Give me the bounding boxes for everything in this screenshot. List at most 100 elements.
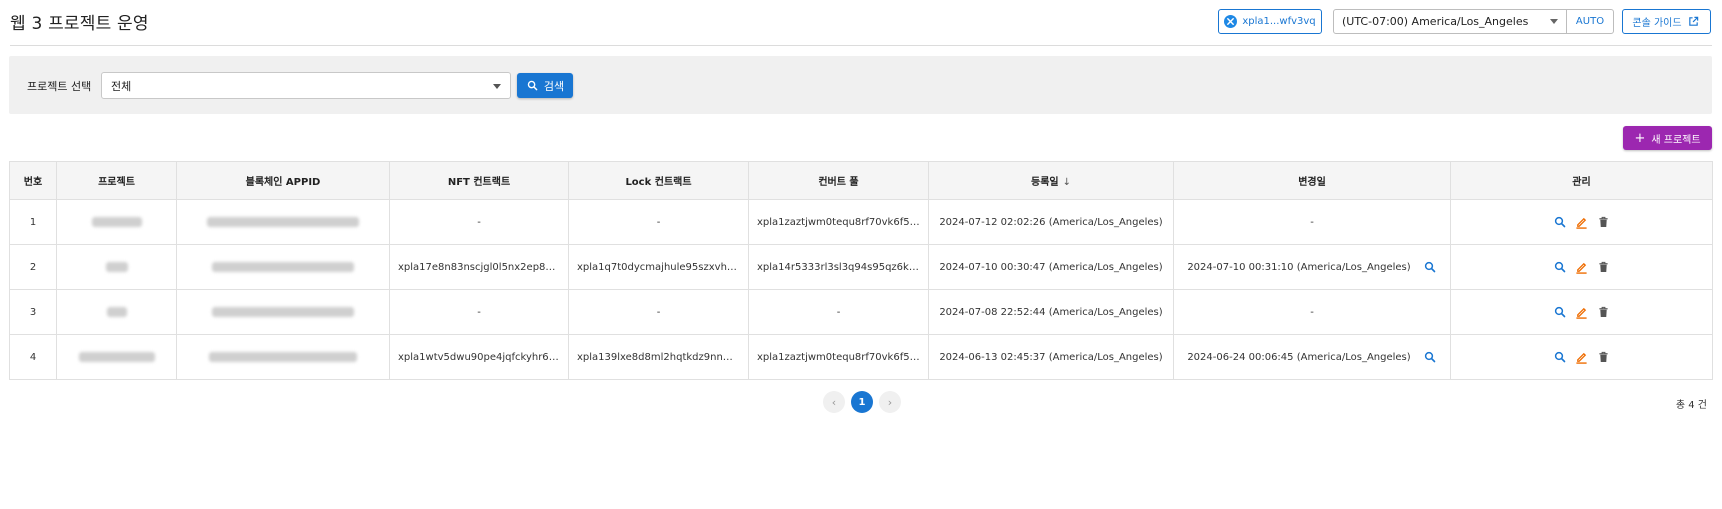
column-header-registered[interactable]: 등록일 ↓ bbox=[928, 161, 1174, 200]
search-icon bbox=[526, 79, 540, 93]
pencil-icon[interactable] bbox=[1575, 260, 1589, 274]
project-name-redacted bbox=[56, 244, 177, 290]
page-title: 웹 3 프로젝트 운영 bbox=[10, 14, 149, 34]
column-header-manage: 관리 bbox=[1450, 161, 1713, 200]
project-select-label: 프로젝트 선택 bbox=[27, 80, 92, 93]
search-icon[interactable] bbox=[1423, 260, 1437, 274]
chevron-down-icon bbox=[1550, 19, 1558, 24]
row-number: 3 bbox=[9, 289, 57, 335]
registered-date: 2024-07-08 22:52:44 (America/Los_Angeles… bbox=[928, 289, 1174, 335]
project-select[interactable]: 전체 bbox=[101, 72, 511, 99]
total-count: 총 4 건 bbox=[1675, 400, 1707, 411]
next-page-button[interactable]: › bbox=[879, 391, 901, 413]
trash-icon[interactable] bbox=[1597, 260, 1611, 274]
column-header-nft-contract: NFT 컨트랙트 bbox=[389, 161, 569, 200]
pencil-icon[interactable] bbox=[1575, 305, 1589, 319]
trash-icon[interactable] bbox=[1597, 215, 1611, 229]
registered-date: 2024-06-13 02:45:37 (America/Los_Angeles… bbox=[928, 334, 1174, 380]
xpla-logo-icon bbox=[1224, 15, 1238, 28]
convert-pool: xpla1zaztjwm0tequ8rf70vk6f5qsen55z... bbox=[748, 199, 929, 245]
trash-icon[interactable] bbox=[1597, 305, 1611, 319]
nft-contract: xpla1wtv5dwu90pe4jqfckyhr6cq3hdr7r... bbox=[389, 334, 569, 380]
page-button[interactable]: 1 bbox=[851, 391, 873, 413]
modified-date: - bbox=[1310, 216, 1314, 228]
search-icon[interactable] bbox=[1553, 215, 1567, 229]
lock-contract: xpla1q7t0dycmajhule95szxvherdmh82... bbox=[568, 244, 749, 290]
lock-contract: xpla139lxe8d8ml2hqtkdz9nnw2u47pqy... bbox=[568, 334, 749, 380]
timezone-value: (UTC-07:00) America/Los_Angeles bbox=[1342, 15, 1529, 28]
pencil-icon[interactable] bbox=[1575, 215, 1589, 229]
column-header-appid: 블록체인 APPID bbox=[176, 161, 390, 200]
header-divider bbox=[10, 45, 1712, 46]
column-header-project: 프로젝트 bbox=[56, 161, 177, 200]
column-header-lock-contract: Lock 컨트랙트 bbox=[568, 161, 749, 200]
table-row: 2xpla17e8n83nscjgl0l5nx2ep8n98jpnxw...xp… bbox=[9, 244, 1713, 290]
row-number: 1 bbox=[9, 199, 57, 245]
lock-contract: - bbox=[568, 289, 749, 335]
wallet-button[interactable]: xpla1...wfv3vq bbox=[1218, 9, 1322, 34]
project-name-redacted bbox=[56, 289, 177, 335]
new-project-label: 새 프로젝트 bbox=[1651, 134, 1701, 146]
lock-contract: - bbox=[568, 199, 749, 245]
table-row: 3- - -2024-07-08 22:52:44 (America/Los_Ang… bbox=[9, 289, 1713, 335]
modified-date: 2024-06-24 00:06:45 (America/Los_Angeles… bbox=[1187, 351, 1411, 363]
registered-date: 2024-07-12 02:02:26 (America/Los_Angeles… bbox=[928, 199, 1174, 245]
external-link-icon bbox=[1687, 15, 1701, 29]
convert-pool: - bbox=[748, 289, 929, 335]
nft-contract: - bbox=[389, 289, 569, 335]
modified-date: 2024-07-10 00:31:10 (America/Los_Angeles… bbox=[1187, 261, 1411, 273]
previous-page-button[interactable]: ‹ bbox=[823, 391, 845, 413]
console-guide-button[interactable]: 콘솔 가이드 bbox=[1622, 9, 1711, 34]
search-button-label: 검색 bbox=[543, 79, 565, 93]
manage-cell bbox=[1450, 244, 1713, 290]
project-name-redacted bbox=[56, 334, 177, 380]
modified-date-cell: 2024-06-24 00:06:45 (America/Los_Angeles… bbox=[1173, 334, 1451, 380]
appid-redacted bbox=[176, 289, 390, 335]
auto-timezone-button[interactable]: AUTO bbox=[1566, 9, 1614, 34]
table-row: 1--xpla1zaztjwm0tequ8rf70vk6f5qsen55z...… bbox=[9, 199, 1713, 245]
column-header-modified: 변경일 bbox=[1173, 161, 1451, 200]
nft-contract: xpla17e8n83nscjgl0l5nx2ep8n98jpnxw... bbox=[389, 244, 569, 290]
console-guide-label: 콘솔 가이드 bbox=[1632, 18, 1682, 29]
search-icon[interactable] bbox=[1553, 350, 1567, 364]
convert-pool: xpla14r5333rl3sl3q94s95qz6k0emyv8t... bbox=[748, 244, 929, 290]
manage-cell bbox=[1450, 334, 1713, 380]
modified-date-cell: - bbox=[1173, 289, 1451, 335]
arrow-down-icon: ↓ bbox=[1062, 177, 1071, 188]
appid-redacted bbox=[176, 199, 390, 245]
search-icon[interactable] bbox=[1553, 305, 1567, 319]
modified-date: - bbox=[1310, 306, 1314, 318]
manage-cell bbox=[1450, 289, 1713, 335]
table-header-row: 번호 프로젝트 블록체인 APPID NFT 컨트랙트 Lock 컨트랙트 컨버… bbox=[9, 161, 1713, 200]
project-select-value: 전체 bbox=[111, 79, 132, 93]
appid-redacted bbox=[176, 244, 390, 290]
search-panel: 프로젝트 선택 전체 검색 bbox=[9, 56, 1712, 114]
modified-date-cell: - bbox=[1173, 199, 1451, 245]
column-header-convert-pool: 컨버트 풀 bbox=[748, 161, 929, 200]
wallet-address: xpla1...wfv3vq bbox=[1242, 16, 1316, 27]
column-header-registered-label: 등록일 bbox=[1031, 177, 1059, 188]
row-number: 2 bbox=[9, 244, 57, 290]
manage-cell bbox=[1450, 199, 1713, 245]
plus-icon: + bbox=[1634, 130, 1646, 146]
project-table: 번호 프로젝트 블록체인 APPID NFT 컨트랙트 Lock 컨트랙트 컨버… bbox=[9, 161, 1713, 380]
search-icon[interactable] bbox=[1553, 260, 1567, 274]
pencil-icon[interactable] bbox=[1575, 350, 1589, 364]
modified-date-cell: 2024-07-10 00:31:10 (America/Los_Angeles… bbox=[1173, 244, 1451, 290]
trash-icon[interactable] bbox=[1597, 350, 1611, 364]
nft-contract: - bbox=[389, 199, 569, 245]
page-header: 웹 3 프로젝트 운영 xpla1...wfv3vq (UTC-07:00) A… bbox=[0, 0, 1722, 46]
search-button[interactable]: 검색 bbox=[517, 73, 573, 98]
timezone-select[interactable]: (UTC-07:00) America/Los_Angeles bbox=[1333, 9, 1567, 34]
pagination: ‹ 1 › bbox=[823, 391, 901, 413]
search-icon[interactable] bbox=[1423, 350, 1437, 364]
row-number: 4 bbox=[9, 334, 57, 380]
chevron-down-icon bbox=[493, 84, 501, 89]
project-name-redacted bbox=[56, 199, 177, 245]
registered-date: 2024-07-10 00:30:47 (America/Los_Angeles… bbox=[928, 244, 1174, 290]
convert-pool: xpla1zaztjwm0tequ8rf70vk6f5qsen55z... bbox=[748, 334, 929, 380]
appid-redacted bbox=[176, 334, 390, 380]
new-project-button[interactable]: + 새 프로젝트 bbox=[1623, 126, 1712, 150]
table-row: 4xpla1wtv5dwu90pe4jqfckyhr6cq3hdr7r...xp… bbox=[9, 334, 1713, 380]
column-header-no: 번호 bbox=[9, 161, 57, 200]
